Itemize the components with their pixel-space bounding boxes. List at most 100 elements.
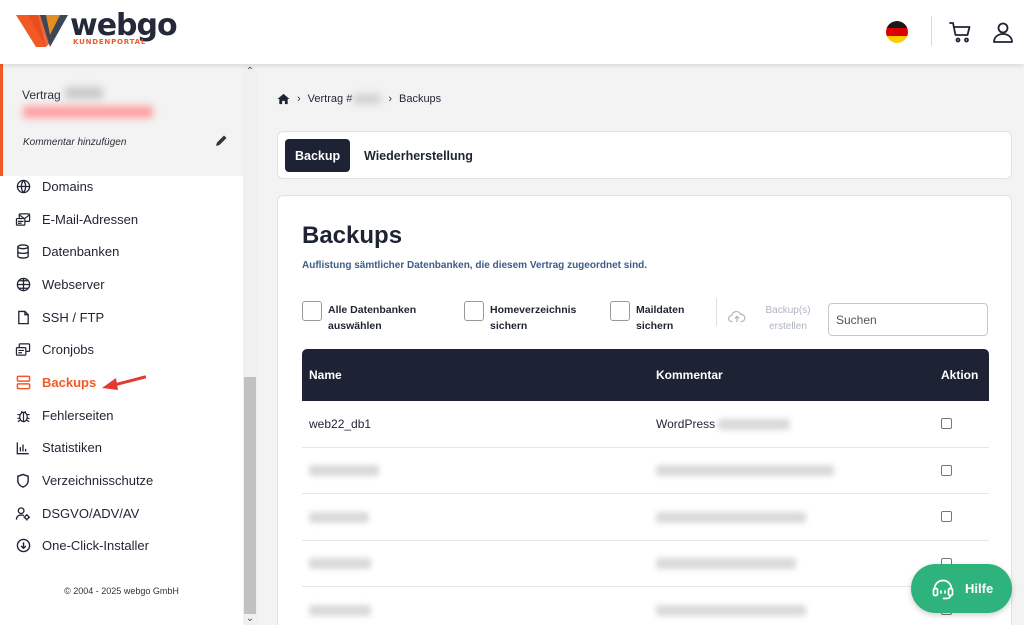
- select-all-databases-checkbox[interactable]: [302, 301, 322, 321]
- top-header: webgo KUNDENPORTAL: [0, 0, 1024, 64]
- sidebar-item-label: Backups: [42, 374, 97, 390]
- backup-mail-checkbox[interactable]: [610, 301, 630, 321]
- bug-icon: [15, 407, 31, 423]
- home-icon[interactable]: [277, 93, 290, 105]
- scroll-down-icon[interactable]: ⌄: [243, 613, 257, 625]
- row-comment-redacted: [656, 587, 806, 625]
- sidebar-item-databases[interactable]: Datenbanken: [0, 235, 243, 268]
- sidebar-item-cronjobs[interactable]: Cronjobs: [0, 333, 243, 366]
- sidebar: Vertrag Kommentar hinzufügen Domains E-M…: [0, 64, 257, 625]
- backups-table: Name Kommentar Aktion web22_db1 WordPres…: [302, 349, 989, 625]
- table-row: web22_db1 WordPress: [302, 401, 989, 448]
- contract-id-redacted: [65, 87, 103, 99]
- row-comment-text: WordPress: [656, 417, 716, 431]
- select-all-databases-label: Alle Datenbanken auswählen: [328, 304, 417, 332]
- select-all-databases-option[interactable]: Alle Datenbanken auswählen: [302, 301, 428, 334]
- sidebar-item-label: Webserver: [42, 276, 105, 292]
- row-comment-redacted: [656, 494, 806, 540]
- row-select-checkbox[interactable]: [941, 464, 952, 476]
- create-backup-button[interactable]: Backup(s) erstellen: [758, 303, 818, 335]
- column-header-comment[interactable]: Kommentar: [656, 349, 723, 401]
- chevron-right-icon: ›: [388, 93, 392, 105]
- backups-card: Backups Auflistung sämtlicher Datenbanke…: [277, 195, 1012, 625]
- sidebar-item-label: One-Click-Installer: [42, 538, 149, 554]
- sidebar-item-domains[interactable]: Domains: [0, 170, 243, 203]
- sidebar-item-label: DSGVO/ADV/AV: [42, 505, 140, 521]
- breadcrumb-contract[interactable]: Vertrag #: [308, 93, 353, 105]
- sidebar-scrollbar-thumb[interactable]: [244, 377, 256, 614]
- sidebar-item-gdpr[interactable]: DSGVO/ADV/AV: [0, 497, 243, 530]
- tab-bar: Backup Wiederherstellung: [277, 131, 1012, 179]
- row-name-redacted: [309, 541, 371, 587]
- sidebar-item-label: Verzeichnisschutze: [42, 473, 154, 489]
- sidebar-item-backups[interactable]: Backups: [0, 366, 243, 399]
- cloud-upload-icon: [728, 310, 746, 323]
- backup-mail-option[interactable]: Maildaten sichern: [610, 301, 696, 334]
- sidebar-item-label: Cronjobs: [42, 342, 95, 358]
- page-subtitle: Auflistung sämtlicher Datenbanken, die d…: [302, 260, 648, 271]
- table-row: [302, 541, 989, 587]
- backup-home-option[interactable]: Homeverzeichnis sichern: [464, 301, 580, 334]
- sidebar-item-statistics[interactable]: Statistiken: [0, 432, 243, 465]
- column-header-name[interactable]: Name: [309, 349, 342, 401]
- row-name-redacted: [309, 448, 379, 494]
- row-name-redacted: [309, 587, 371, 625]
- breadcrumb: › Vertrag # › Backups: [277, 93, 441, 105]
- stats-icon: [15, 440, 31, 456]
- contract-label: Vertrag: [22, 88, 61, 102]
- sidebar-item-label: E-Mail-Adressen: [42, 211, 139, 227]
- arrow-annotation-icon: [102, 375, 146, 391]
- pencil-icon[interactable]: [214, 134, 228, 148]
- row-comment-redacted: [656, 448, 834, 494]
- webgo-logo[interactable]: webgo KUNDENPORTAL: [16, 9, 178, 50]
- backup-mail-label: Maildaten sichern: [636, 304, 685, 332]
- tab-restore[interactable]: Wiederherstellung: [354, 139, 483, 172]
- add-comment-link[interactable]: Kommentar hinzufügen: [23, 137, 126, 148]
- row-comment-redacted: [656, 541, 796, 587]
- sidebar-item-directory-protection[interactable]: Verzeichnisschutze: [0, 464, 243, 497]
- download-icon: [15, 538, 31, 554]
- row-select-checkbox[interactable]: [941, 511, 952, 522]
- breadcrumb-current: Backups: [398, 93, 442, 105]
- chevron-right-icon: ›: [297, 93, 301, 105]
- database-icon: [15, 244, 31, 260]
- backup-home-checkbox[interactable]: [464, 301, 484, 321]
- sidebar-item-email[interactable]: E-Mail-Adressen: [0, 203, 243, 236]
- webserver-icon: [15, 276, 31, 292]
- search-input[interactable]: [828, 303, 988, 336]
- sidebar-nav: Domains E-Mail-Adressen Datenbanken Webs…: [0, 170, 243, 562]
- contract-name-redacted: [23, 106, 153, 118]
- table-header: Name Kommentar Aktion: [302, 349, 989, 401]
- tab-backup[interactable]: Backup: [285, 139, 351, 172]
- sidebar-item-error-pages[interactable]: Fehlerseiten: [0, 399, 243, 432]
- webgo-logo-icon: [16, 15, 68, 47]
- options-divider: [716, 298, 717, 326]
- row-name: web22_db1: [309, 417, 372, 431]
- table-row: [302, 494, 989, 541]
- row-select-checkbox[interactable]: [941, 418, 952, 429]
- mail-icon: [15, 211, 31, 227]
- row-comment-redacted: [718, 418, 791, 430]
- globe-icon: [15, 178, 31, 194]
- user-settings-icon: [15, 505, 31, 521]
- breadcrumb-contract-id-redacted: [353, 94, 382, 104]
- flag-de-icon[interactable]: [886, 21, 908, 43]
- sidebar-item-webserver[interactable]: Webserver: [0, 268, 243, 301]
- sidebar-item-ssh-ftp[interactable]: SSH / FTP: [0, 301, 243, 334]
- table-row: [302, 587, 989, 625]
- row-comment: WordPress: [656, 401, 791, 447]
- contract-box: Vertrag Kommentar hinzufügen: [0, 64, 243, 176]
- column-header-action: Aktion: [941, 368, 979, 382]
- user-icon[interactable]: [991, 20, 1015, 44]
- cron-icon: [15, 342, 31, 358]
- backup-icon: [15, 374, 31, 390]
- cart-icon[interactable]: [949, 20, 973, 44]
- scroll-up-icon[interactable]: ⌃: [243, 66, 257, 78]
- file-icon: [15, 309, 31, 325]
- page-title: Backups: [302, 222, 403, 249]
- copyright: © 2004 - 2025 webgo GmbH: [64, 586, 179, 596]
- help-button[interactable]: Hilfe: [911, 564, 1012, 613]
- help-label: Hilfe: [965, 581, 994, 596]
- sidebar-item-one-click-installer[interactable]: One-Click-Installer: [0, 530, 243, 563]
- shield-icon: [15, 473, 31, 489]
